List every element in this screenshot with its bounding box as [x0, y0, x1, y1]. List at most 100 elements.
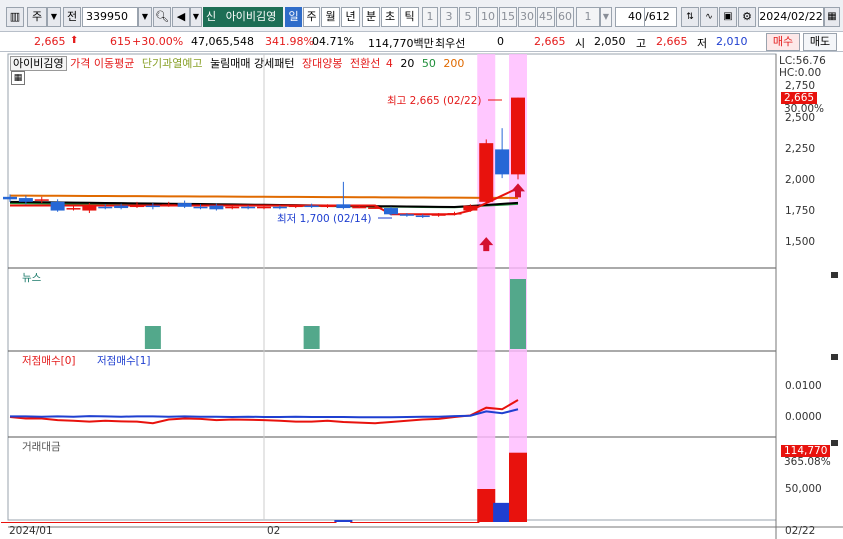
signal-label-1: 저점매수[1] [97, 355, 151, 367]
lc-label: LC:56.76 [779, 55, 826, 67]
minute-15[interactable]: 15 [499, 7, 517, 27]
speaker-dropdown-icon[interactable]: ▼ [190, 7, 202, 27]
candle-body [257, 206, 271, 209]
volume: 47,065,548 [191, 35, 254, 48]
candle-body [336, 204, 351, 209]
layout-icon[interactable]: ▥ [6, 7, 24, 27]
code-dropdown-icon[interactable]: ▼ [138, 7, 152, 27]
minute-dropdown-icon[interactable]: ▼ [600, 7, 612, 27]
buy-button[interactable]: 매수 [766, 33, 800, 51]
minute-5[interactable]: 5 [459, 7, 477, 27]
candle-body [34, 199, 49, 201]
news-bar [510, 279, 526, 349]
hc-label: HC:0.00 [779, 67, 822, 79]
candle-body [352, 206, 367, 209]
minute-45[interactable]: 45 [537, 7, 555, 27]
amount-bar [493, 502, 512, 522]
legend-pattern[interactable]: 눌림매매 강세패턴 [210, 57, 294, 70]
price-tick-2000: 2,000 [785, 174, 816, 186]
period-week[interactable]: 주 [303, 7, 320, 27]
legend-ma200[interactable]: 200 [443, 57, 464, 70]
period-minute[interactable]: 분 [362, 7, 380, 27]
signal-tick-0000: 0.0000 [785, 411, 822, 423]
priority-value: 0 [497, 35, 504, 48]
trade-amount: 114,770백만 [368, 37, 434, 50]
legend-stock-name[interactable]: 아이비김영 [10, 56, 67, 71]
amount-bar [191, 521, 210, 523]
amount-bar [223, 521, 242, 523]
table-icon[interactable]: ▦ [11, 71, 25, 85]
candle-body [193, 206, 208, 209]
amount-bar [413, 521, 432, 523]
amount-bar [350, 521, 369, 523]
period-second[interactable]: 초 [381, 7, 399, 27]
legend-bull[interactable]: 장대양봉 [302, 57, 342, 70]
minute-3[interactable]: 3 [440, 7, 458, 27]
priority-price: 2,665 [534, 35, 566, 48]
minute-1[interactable]: 1 [422, 7, 438, 27]
low-label: 저 [697, 37, 708, 50]
minute-30[interactable]: 30 [518, 7, 536, 27]
minute-60[interactable]: 60 [556, 7, 574, 27]
amount-last-pct: 365.08% [784, 456, 831, 468]
legend-ma50[interactable]: 50 [422, 57, 436, 70]
legend-ma4[interactable]: 4 [386, 57, 393, 70]
candle-body [320, 205, 335, 208]
candle-body [3, 196, 17, 200]
period-year[interactable]: 년 [341, 7, 360, 27]
chart-frame [7, 53, 777, 521]
chart-area[interactable] [0, 52, 843, 539]
minute-input[interactable]: 1 [576, 7, 600, 27]
period-day[interactable]: 일 [285, 7, 302, 27]
legend-ma20[interactable]: 20 [400, 57, 414, 70]
date-input[interactable]: 2024/02/22 [758, 7, 824, 27]
chart-legend: 아이비김영 가격 이동평균 단기과열예고 눌림매매 강세패턴 장대양봉 전환선 … [10, 55, 464, 71]
news-bar [303, 326, 320, 349]
current-price: 2,665 [34, 35, 66, 48]
amount-bar [96, 521, 115, 523]
calendar-icon[interactable]: ▦ [824, 7, 840, 27]
candle-body [511, 97, 525, 175]
speaker-icon[interactable]: ◀ [172, 7, 190, 27]
type-select[interactable]: 전 [63, 7, 81, 27]
moving-average-line [9, 194, 519, 199]
candle-body [225, 206, 240, 209]
price-tick-2750: 2,750 [785, 80, 816, 92]
mode-dropdown-icon[interactable]: ▼ [47, 7, 61, 27]
candle-type-icon[interactable]: ⇅ [681, 7, 699, 27]
sell-button[interactable]: 매도 [803, 33, 837, 51]
price-tick-2250: 2,250 [785, 143, 816, 155]
candle-body [130, 205, 144, 208]
signal-tick-0010: 0.0100 [785, 380, 822, 392]
candle-body [161, 204, 176, 206]
news-pane [144, 279, 526, 349]
minute-10[interactable]: 10 [478, 7, 498, 27]
amount-bar [366, 521, 385, 523]
line-type-icon[interactable]: ∿ [700, 7, 718, 27]
amount-bar [445, 521, 464, 523]
gear-icon[interactable]: ⚙ [738, 7, 756, 27]
stock-code-input[interactable]: 339950 [82, 7, 138, 27]
amount-bar [159, 521, 178, 523]
priority-label: 최우선 [435, 37, 466, 50]
legend-ma[interactable]: 가격 이동평균 [70, 57, 134, 70]
period-month[interactable]: 월 [321, 7, 340, 27]
legend-short-overheat[interactable]: 단기과열예고 [142, 57, 203, 70]
save-icon[interactable]: ▣ [719, 7, 737, 27]
pane-close-icon [831, 272, 838, 278]
search-icon[interactable]: 🔍︎ [153, 7, 171, 27]
count-total: /612 [645, 7, 677, 27]
change-value: 615 [110, 35, 131, 48]
mode-select[interactable]: 주 [27, 7, 47, 27]
amount-bar [302, 521, 321, 523]
amount-bar [128, 521, 146, 523]
amount-bar [318, 521, 337, 523]
candle-body [447, 213, 462, 215]
candle-body [18, 198, 33, 202]
count-input[interactable]: 40 [615, 7, 645, 27]
amount-label: 거래대금 [22, 441, 61, 453]
legend-turn[interactable]: 전환선 [350, 57, 380, 70]
period-tick[interactable]: 틱 [400, 7, 419, 27]
price-tick-1750: 1,750 [785, 205, 816, 217]
amount-bar [382, 521, 400, 523]
